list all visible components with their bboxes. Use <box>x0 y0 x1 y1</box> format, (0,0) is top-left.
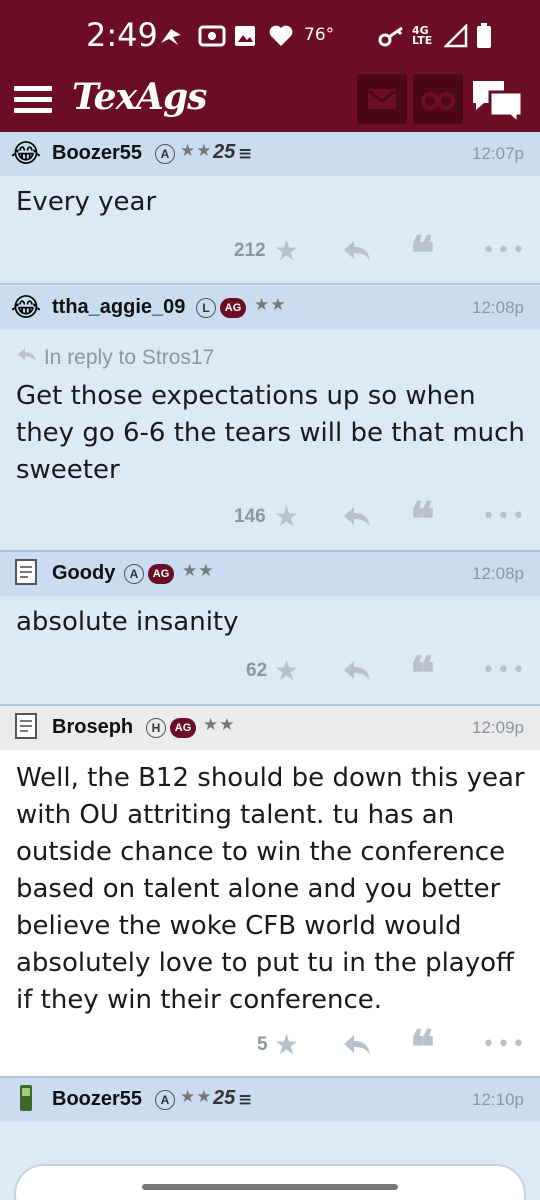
like-count: 212 <box>234 240 266 261</box>
post-time: 12:09p <box>472 718 524 737</box>
notepad-avatar[interactable] <box>10 558 42 590</box>
user-badge: A <box>155 1090 175 1110</box>
image-notification-icon <box>234 22 256 50</box>
username[interactable]: Boozer55 <box>52 1088 142 1111</box>
post-time: 12:08p <box>472 298 524 317</box>
reply-to-link[interactable]: In reply to Stros17 <box>16 346 214 370</box>
quote-icon[interactable]: ❝ <box>410 1024 435 1070</box>
signal-icon <box>444 22 468 50</box>
user-stars: ★★ <box>254 295 287 315</box>
status-bar: 2:49 76° 4G LTE <box>0 0 540 72</box>
battery-icon <box>476 22 492 50</box>
star-icon[interactable]: ★ <box>274 234 299 267</box>
more-options-icon[interactable]: ••• <box>482 658 527 683</box>
reply-icon[interactable] <box>342 658 372 684</box>
username[interactable]: Broseph <box>52 716 133 739</box>
quote-icon[interactable]: ❝ <box>410 650 435 696</box>
status-time: 2:49 <box>86 16 158 54</box>
username[interactable]: ttha_aggie_09 <box>52 296 185 319</box>
user-stars: ★★ <box>203 715 236 735</box>
post-header: Boozer55 A ★★ 25 ≡ 12:10p <box>0 1078 540 1122</box>
laughing-emoji-avatar[interactable]: 😂 <box>10 138 42 170</box>
post-actions: 146 ★ ❝ ••• <box>0 496 540 542</box>
more-options-icon[interactable]: ••• <box>482 1032 527 1057</box>
like-count: 5 <box>257 1034 268 1055</box>
key-icon <box>378 22 406 50</box>
post-header: Broseph H AG ★★ 12:09p <box>0 706 540 750</box>
texags-logo[interactable]: TexAgs <box>72 76 207 118</box>
temperature: 76° <box>304 25 335 45</box>
post-body: Get those expectations up so when they g… <box>16 381 525 485</box>
user-stars: ★★ <box>180 1087 213 1107</box>
mail-icon[interactable] <box>357 74 407 124</box>
post-time: 12:07p <box>472 144 524 163</box>
heart-notification-icon <box>268 22 294 50</box>
star-icon[interactable]: ★ <box>274 1028 299 1061</box>
ag-badge: AG <box>148 564 174 584</box>
binoculars-icon[interactable] <box>413 74 463 124</box>
user-number: 25 <box>213 141 236 163</box>
like-count: 62 <box>246 660 268 681</box>
bird-notification-icon <box>158 22 184 50</box>
ag-badge: AG <box>170 718 196 738</box>
post-time: 12:10p <box>472 1090 524 1109</box>
reply-to-text: In reply to Stros17 <box>43 346 215 369</box>
user-badge: A <box>124 564 144 584</box>
app-bar: TexAgs <box>0 72 540 132</box>
user-badge: A <box>155 144 175 164</box>
username[interactable]: Goody <box>52 562 115 585</box>
ag-badge: AG <box>220 298 246 318</box>
post-item: 😂 Boozer55 A ★★ 25 ≡ 12:07p Every year 2… <box>0 132 540 285</box>
menu-icon[interactable] <box>14 82 54 118</box>
reply-arrow-icon <box>18 348 36 362</box>
post-body: Well, the B12 should be down this year w… <box>16 763 525 1015</box>
star-icon[interactable]: ★ <box>274 654 299 687</box>
quote-icon[interactable]: ❝ <box>410 496 435 542</box>
user-badge: H <box>146 718 166 738</box>
post-actions: 5 ★ ❝ ••• <box>0 1024 540 1070</box>
post-header: 😂 ttha_aggie_09 L AG ★★ 12:08p <box>0 286 540 330</box>
user-stars: ★★ <box>180 141 213 161</box>
post-time: 12:08p <box>472 564 524 583</box>
post-body: Every year <box>16 187 157 217</box>
network-label: 4G LTE <box>412 24 433 47</box>
post-header: 😂 Boozer55 A ★★ 25 ≡ 12:07p <box>0 132 540 176</box>
reply-icon[interactable] <box>342 1032 372 1058</box>
more-options-icon[interactable]: ••• <box>482 238 527 263</box>
notepad-avatar[interactable] <box>10 712 42 744</box>
phone-avatar[interactable] <box>10 1084 42 1116</box>
top-bar: 2:49 76° 4G LTE TexAgs <box>0 0 540 132</box>
username[interactable]: Boozer55 <box>52 142 142 165</box>
reply-icon[interactable] <box>342 238 372 264</box>
more-options-icon[interactable]: ••• <box>482 504 527 529</box>
user-number: 25 <box>213 1087 236 1109</box>
gesture-nav-handle[interactable] <box>142 1184 398 1190</box>
post-actions: 62 ★ ❝ ••• <box>0 650 540 696</box>
radio-notification-icon <box>198 22 226 50</box>
chat-icon[interactable] <box>470 76 526 127</box>
embedded-content-frame <box>14 1164 526 1200</box>
post-item: Goody A AG ★★ 12:08p absolute insanity 6… <box>0 552 540 706</box>
laughing-emoji-avatar[interactable]: 😂 <box>10 292 42 324</box>
post-body: absolute insanity <box>16 607 239 637</box>
like-count: 146 <box>234 506 266 527</box>
post-header: Goody A AG ★★ 12:08p <box>0 552 540 596</box>
user-stars: ★★ <box>182 561 215 581</box>
post-item: 😂 ttha_aggie_09 L AG ★★ 12:08p In reply … <box>0 286 540 552</box>
star-icon[interactable]: ★ <box>274 500 299 533</box>
post-item: Broseph H AG ★★ 12:09p Well, the B12 sho… <box>0 706 540 1078</box>
reply-icon[interactable] <box>342 504 372 530</box>
post-actions: 212 ★ ❝ ••• <box>0 230 540 276</box>
quote-icon[interactable]: ❝ <box>410 230 435 276</box>
list-icon: ≡ <box>238 1090 253 1110</box>
user-badge: L <box>196 298 216 318</box>
list-icon: ≡ <box>238 144 253 164</box>
